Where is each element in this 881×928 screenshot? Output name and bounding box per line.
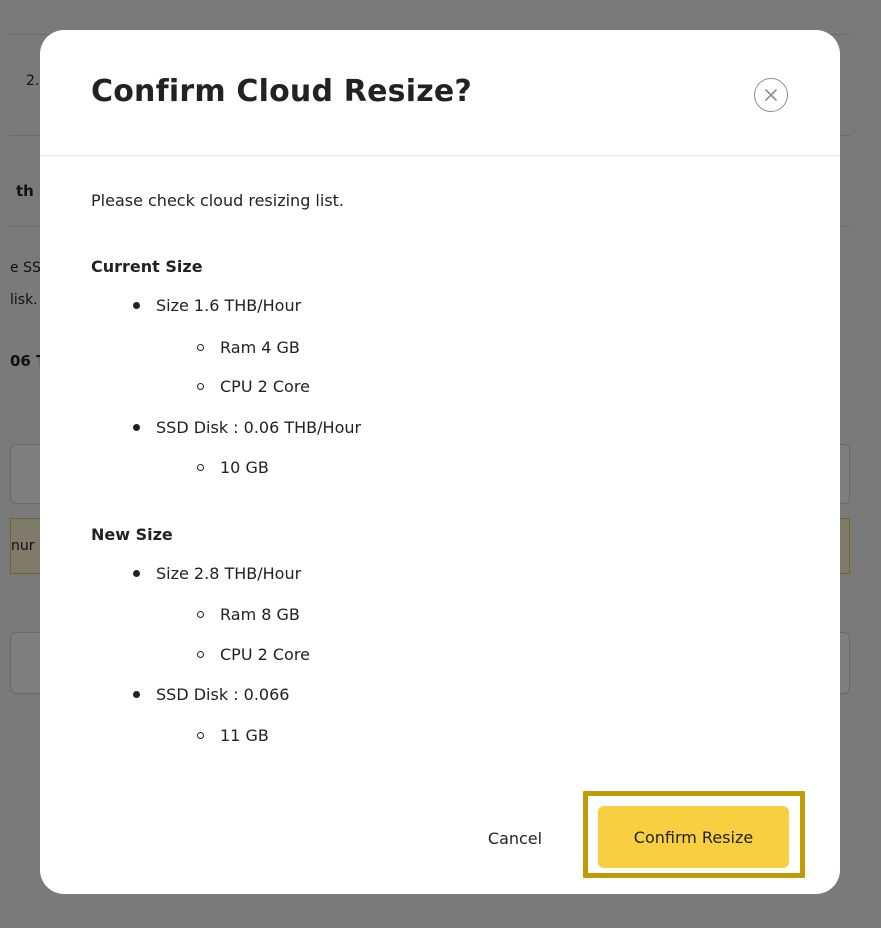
bullet-icon bbox=[133, 570, 140, 577]
confirm-resize-button[interactable]: Confirm Resize bbox=[598, 806, 789, 868]
dialog-title: Confirm Cloud Resize? bbox=[91, 74, 473, 109]
new-disk-item: SSD Disk : 0.066 bbox=[133, 685, 289, 704]
sub-bullet-icon bbox=[197, 383, 204, 390]
new-cpu: CPU 2 Core bbox=[220, 645, 310, 664]
dialog-header: Confirm Cloud Resize? bbox=[40, 30, 840, 156]
new-disk-size: 11 GB bbox=[220, 726, 269, 745]
close-button[interactable] bbox=[754, 78, 788, 112]
new-cpu-item: CPU 2 Core bbox=[197, 645, 310, 664]
current-disk-size: 10 GB bbox=[220, 458, 269, 477]
new-size-price-item: Size 2.8 THB/Hour bbox=[133, 564, 301, 583]
current-size-price-item: Size 1.6 THB/Hour bbox=[133, 296, 301, 315]
instruction-text: Please check cloud resizing list. bbox=[91, 191, 345, 210]
new-size-heading: New Size bbox=[91, 525, 173, 544]
current-size-heading: Current Size bbox=[91, 257, 203, 276]
cancel-button[interactable]: Cancel bbox=[472, 818, 558, 858]
sub-bullet-icon bbox=[197, 344, 204, 351]
current-cpu-item: CPU 2 Core bbox=[197, 377, 310, 396]
confirm-resize-dialog: Confirm Cloud Resize? Please check cloud… bbox=[40, 30, 840, 894]
new-size-price: Size 2.8 THB/Hour bbox=[156, 564, 302, 583]
sub-bullet-icon bbox=[197, 464, 204, 471]
current-size-price: Size 1.6 THB/Hour bbox=[156, 296, 302, 315]
sub-bullet-icon bbox=[197, 651, 204, 658]
new-disk: SSD Disk : 0.066 bbox=[156, 685, 290, 704]
sub-bullet-icon bbox=[197, 611, 204, 618]
new-ram-item: Ram 8 GB bbox=[197, 605, 300, 624]
bullet-icon bbox=[133, 302, 140, 309]
sub-bullet-icon bbox=[197, 732, 204, 739]
viewport: 2. th e SS lisk. 06 T nur Confirm Cloud … bbox=[0, 0, 881, 928]
current-disk-item: SSD Disk : 0.06 THB/Hour bbox=[133, 418, 361, 437]
close-icon bbox=[765, 89, 777, 101]
current-ram-item: Ram 4 GB bbox=[197, 338, 300, 357]
current-cpu: CPU 2 Core bbox=[220, 377, 310, 396]
current-disk-size-item: 10 GB bbox=[197, 458, 269, 477]
current-disk: SSD Disk : 0.06 THB/Hour bbox=[156, 418, 362, 437]
bullet-icon bbox=[133, 691, 140, 698]
new-ram: Ram 8 GB bbox=[220, 605, 300, 624]
new-disk-size-item: 11 GB bbox=[197, 726, 269, 745]
current-ram: Ram 4 GB bbox=[220, 338, 300, 357]
bullet-icon bbox=[133, 424, 140, 431]
